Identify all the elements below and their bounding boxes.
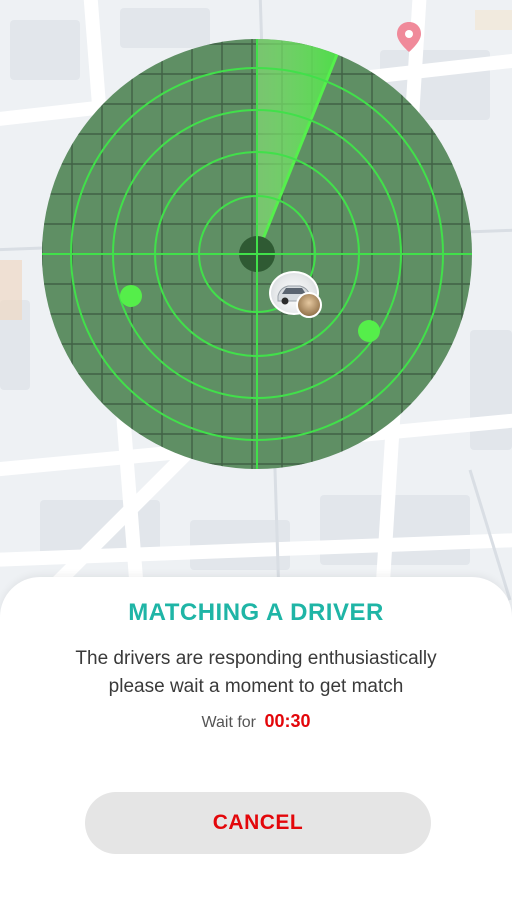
cancel-button[interactable]: CANCEL — [85, 792, 431, 854]
wait-countdown: 00:30 — [264, 711, 311, 731]
radar — [40, 38, 474, 470]
radar-center-icon — [239, 236, 275, 272]
wait-label: Wait for — [201, 714, 257, 731]
message-line-2: please wait a moment to get match — [108, 676, 404, 697]
radar-blip-left — [120, 285, 142, 307]
radar-blip-right — [358, 320, 380, 342]
matching-title: MATCHING A DRIVER — [128, 599, 384, 626]
message-line-1: The drivers are responding enthusiastica… — [75, 648, 437, 669]
user-photo-icon[interactable] — [296, 292, 322, 318]
matching-message: The drivers are responding enthusiastica… — [30, 645, 482, 701]
matching-screen: MATCHING A DRIVER The drivers are respon… — [0, 0, 512, 900]
wait-row: Wait for 00:30 — [0, 711, 512, 732]
radar-graphic — [42, 39, 472, 469]
